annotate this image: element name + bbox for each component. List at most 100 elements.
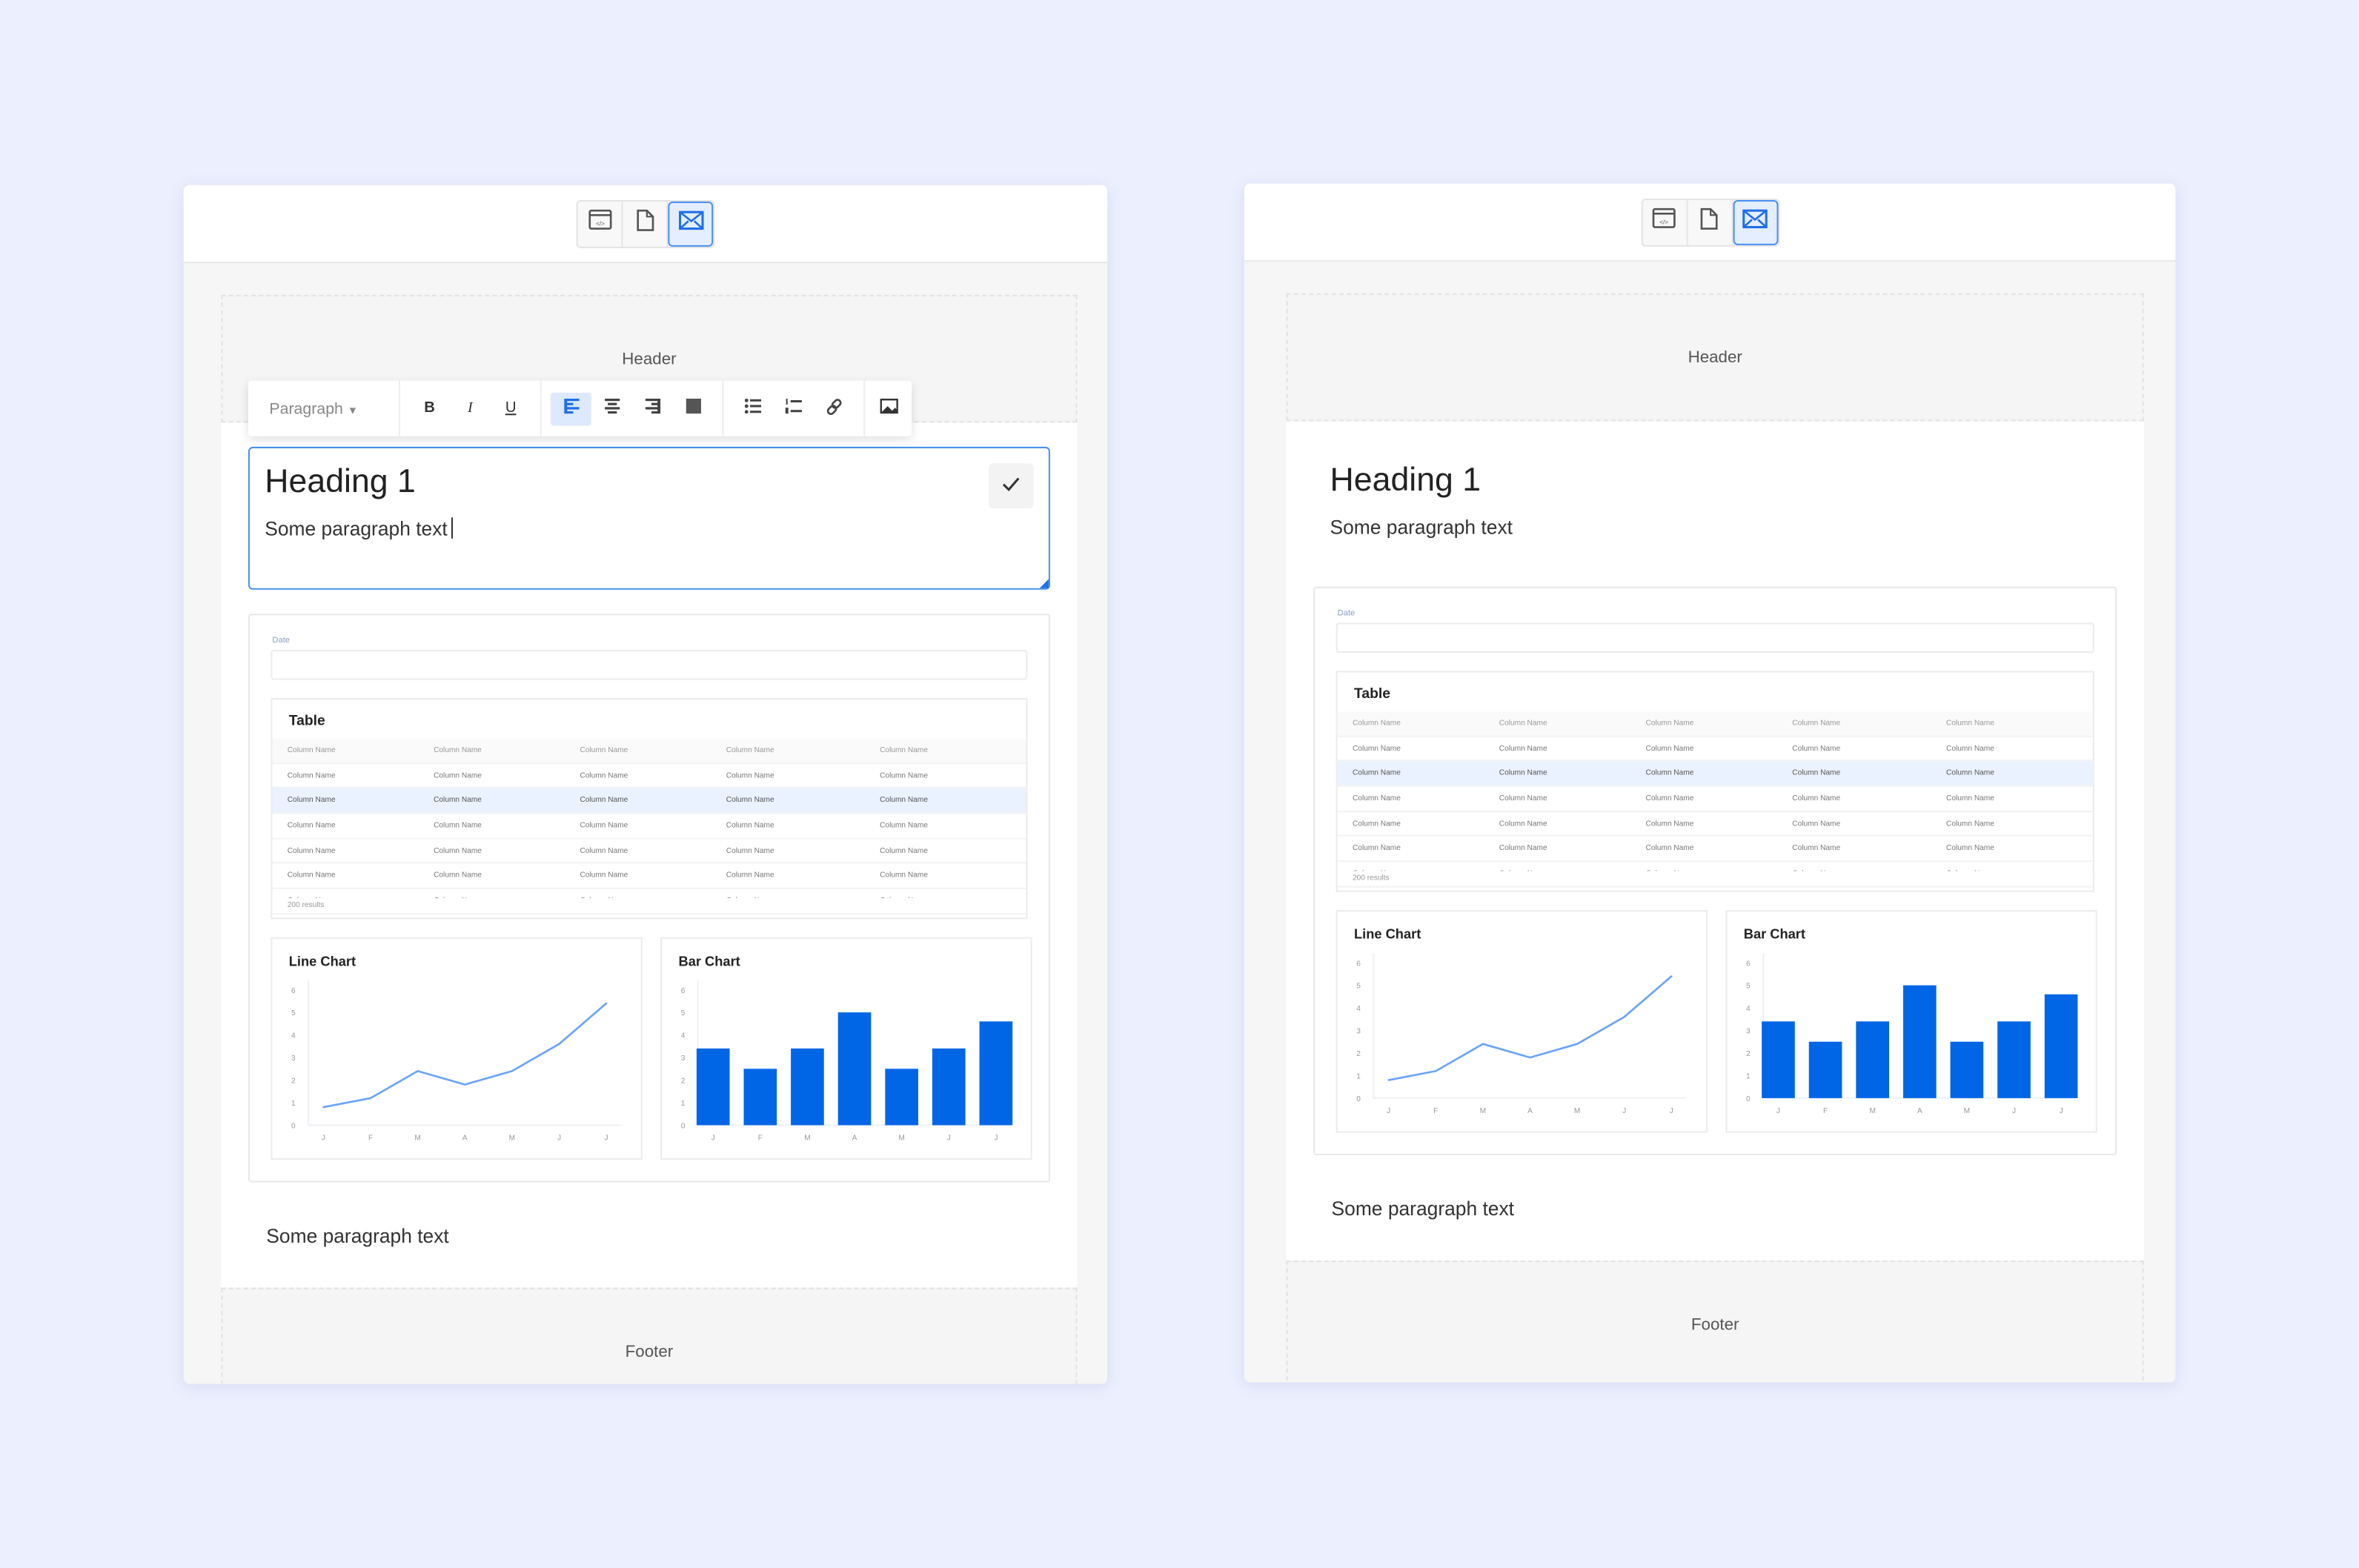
underline-button[interactable]: U xyxy=(491,392,531,425)
table-row[interactable]: Column NameColumn NameColumn NameColumn … xyxy=(1338,887,2093,890)
table-row[interactable]: Column NameColumn NameColumn NameColumn … xyxy=(1337,761,2093,787)
y-tick-label: 6 xyxy=(1356,960,1361,968)
table-row[interactable]: Column NameColumn NameColumn NameColumn … xyxy=(272,788,1026,814)
column-header: Column Name xyxy=(880,745,929,755)
table-cell: Column Name xyxy=(287,846,336,856)
line-segment xyxy=(558,1003,607,1045)
table-cell: Column Name xyxy=(1792,819,1841,828)
x-tick-label: J xyxy=(2012,1107,2016,1115)
view-button-code-window[interactable]: </> xyxy=(1642,199,1688,245)
table-row[interactable]: Column NameColumn NameColumn NameColumn … xyxy=(1337,837,2093,863)
bar xyxy=(979,1021,1013,1126)
component-block[interactable]: Date Table Column Name Column Name Column … xyxy=(1313,586,2117,1156)
block-type-dropdown[interactable]: Paragraph ▼ xyxy=(257,399,370,417)
y-tick-label: 1 xyxy=(1356,1073,1361,1081)
text-cursor xyxy=(451,517,454,539)
x-tick-label: M xyxy=(1964,1107,1970,1115)
bar xyxy=(1762,1021,1795,1098)
italic-button[interactable]: I xyxy=(450,392,491,425)
x-tick-label: A xyxy=(852,1135,857,1143)
x-tick-label: J xyxy=(557,1135,561,1143)
stage: </> Header Heading 1 Some paragraph text… xyxy=(0,0,2359,1567)
footer-zone[interactable]: Footer xyxy=(1286,1260,2144,1383)
date-input[interactable] xyxy=(1336,622,2094,654)
data-point xyxy=(1670,975,1673,977)
table-cell: Column Name xyxy=(1792,768,1841,778)
footer-label: Footer xyxy=(625,1342,674,1361)
bold-button[interactable]: B xyxy=(409,392,450,425)
text-block[interactable]: Heading 1 Some paragraph text xyxy=(248,446,1050,590)
column-header: Column Name xyxy=(287,745,336,755)
numbered-list-button[interactable] xyxy=(773,392,814,425)
table-cell: Column Name xyxy=(1352,743,1401,754)
column-header: Column Name xyxy=(726,745,774,755)
align-right-button[interactable] xyxy=(632,392,673,425)
y-tick-label: 3 xyxy=(1356,1028,1361,1036)
block-type-value: Paragraph xyxy=(269,399,343,418)
table-cell: Column Name xyxy=(434,821,482,831)
line-segment xyxy=(1623,975,1673,1018)
y-tick-label: 1 xyxy=(291,1100,296,1108)
align-center-button[interactable] xyxy=(591,392,632,425)
text-block[interactable]: Heading 1 Some paragraph text xyxy=(1313,445,2117,562)
view-button-envelope[interactable] xyxy=(668,201,714,246)
table-cell: Column Name xyxy=(1792,743,1841,754)
x-tick-label: F xyxy=(368,1135,373,1143)
date-input[interactable] xyxy=(271,649,1028,680)
image-button[interactable] xyxy=(868,392,909,425)
line-segment xyxy=(1388,1070,1436,1081)
x-tick-label: M xyxy=(509,1135,515,1143)
line-segment xyxy=(464,1070,513,1086)
bullet-list-button[interactable] xyxy=(733,392,774,425)
table-cell: Column Name xyxy=(1645,794,1694,803)
x-tick-label: M xyxy=(1869,1107,1875,1115)
header-zone[interactable]: Header xyxy=(1286,293,2144,422)
footer-zone[interactable]: Footer xyxy=(221,1287,1078,1384)
line-segment xyxy=(417,1070,465,1086)
header-label: Header xyxy=(1688,348,1742,367)
column-header: Column Name xyxy=(580,745,628,755)
view-button-code-window[interactable]: </> xyxy=(578,201,623,246)
table-row[interactable]: Column NameColumn NameColumn NameColumn … xyxy=(272,839,1026,865)
component-block[interactable]: Date Table Column Name Column Name Column … xyxy=(248,614,1050,1183)
code-window-icon: </> xyxy=(588,209,611,238)
paragraph-block[interactable]: Some paragraph text xyxy=(1287,1155,2144,1260)
bar xyxy=(791,1048,824,1126)
line-segment xyxy=(323,1097,371,1109)
table-row[interactable]: Column NameColumn NameColumn NameColumn … xyxy=(272,914,1026,917)
y-tick-label: 4 xyxy=(1746,1005,1751,1013)
x-tick-label: F xyxy=(758,1135,763,1143)
line-segment xyxy=(511,1043,560,1072)
table-row[interactable]: Column NameColumn NameColumn NameColumn … xyxy=(272,814,1026,840)
x-tick-label: A xyxy=(462,1135,468,1143)
y-tick-label: 6 xyxy=(291,987,296,995)
column-header: Column Name xyxy=(434,745,482,755)
link-icon xyxy=(826,398,842,419)
table-cell: Column Name xyxy=(1645,844,1694,854)
table-cell: Column Name xyxy=(1946,844,1994,854)
table-row[interactable]: Column NameColumn NameColumn NameColumn … xyxy=(1337,787,2093,812)
column-header: Column Name xyxy=(1946,719,1994,728)
table-row[interactable]: Column NameColumn NameColumn NameColumn … xyxy=(1337,812,2093,837)
y-tick-label: 2 xyxy=(1356,1050,1361,1058)
table-row[interactable]: Column NameColumn NameColumn NameColumn … xyxy=(272,864,1026,889)
paragraph-block[interactable]: Some paragraph text xyxy=(221,1183,1077,1288)
document-icon xyxy=(1700,207,1718,237)
view-button-document[interactable] xyxy=(623,201,668,246)
table-cell: Column Name xyxy=(880,771,929,780)
table-row[interactable]: Column NameColumn NameColumn NameColumn … xyxy=(1337,737,2093,762)
confirm-button[interactable] xyxy=(988,463,1034,509)
chart-title: Line Chart xyxy=(289,953,356,969)
view-button-document[interactable] xyxy=(1688,199,1733,245)
view-button-envelope[interactable] xyxy=(1732,199,1778,245)
link-button[interactable] xyxy=(814,392,855,425)
align-left-button[interactable] xyxy=(550,391,591,425)
table-row[interactable]: Column NameColumn NameColumn NameColumn … xyxy=(272,764,1026,789)
align-justify-button[interactable] xyxy=(672,392,713,425)
paragraph: Some paragraph text xyxy=(1330,516,1513,539)
check-icon xyxy=(1002,472,1020,499)
table-cell: Column Name xyxy=(1946,819,1994,828)
line-segment xyxy=(1576,1016,1625,1045)
x-tick-label: J xyxy=(322,1135,325,1143)
bar xyxy=(1856,1021,1890,1098)
